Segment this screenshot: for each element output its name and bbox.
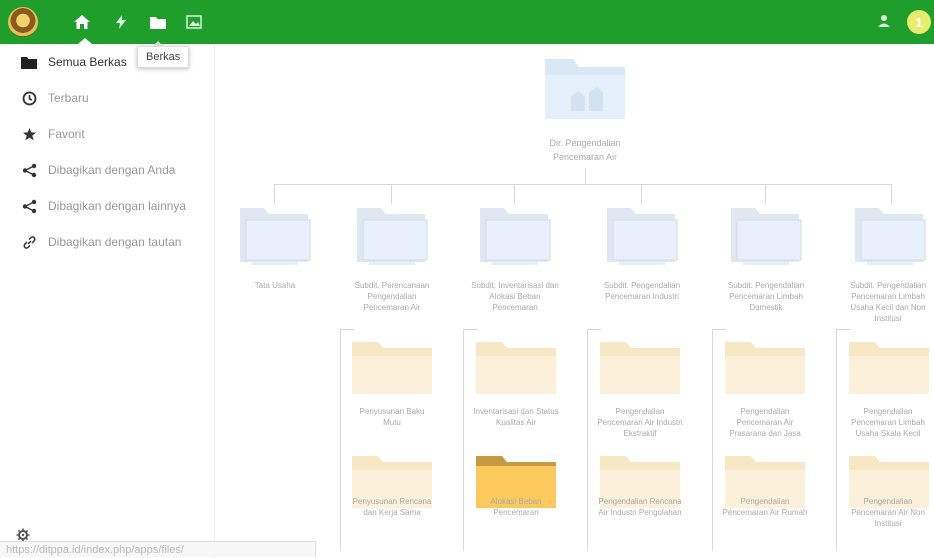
connector-line — [274, 184, 892, 185]
folder-label: Alokasi Beban Pencemaran — [490, 497, 542, 517]
folder-label: Pengendalian Pencemaran Air Non Institus… — [851, 497, 925, 528]
folder-icon — [357, 208, 428, 265]
sidebar-item-label: Dibagikan dengan tautan — [48, 235, 182, 249]
sidebar-item-label: Terbaru — [48, 91, 89, 105]
connector-line — [585, 168, 586, 184]
lightning-icon[interactable] — [109, 10, 133, 34]
connector-line — [587, 329, 588, 551]
connector-line — [765, 184, 766, 204]
folder-icon — [352, 342, 432, 394]
folder-label: Pengendalian Rencana Air Industri Pengol… — [598, 497, 682, 517]
folder-subdit-usaha-kecil[interactable] — [853, 204, 927, 273]
connector-line — [836, 329, 850, 330]
folder-icon — [545, 59, 625, 119]
folder-penyusunan-baku-mutu[interactable] — [350, 336, 434, 403]
folder-label: Pengendalian Pencemaran Limbah Usaha Ska… — [851, 407, 925, 438]
connector-line — [891, 184, 892, 204]
folder-subdit-perencanaan[interactable] — [355, 204, 429, 273]
folder-prasarana-jasa[interactable] — [723, 336, 807, 403]
clock-icon — [20, 89, 38, 107]
connector-line — [836, 329, 837, 551]
sidebar-item-shared-with-others[interactable]: Dibagikan dengan lainnya — [0, 188, 214, 224]
folder-label: Subdit. Inventarisasi dan Alokasi Beban … — [471, 281, 559, 312]
sidebar-item-shared-with-you[interactable]: Dibagikan dengan Anda — [0, 152, 214, 188]
user-avatar[interactable]: 1 — [907, 10, 931, 34]
folder-root-label-line1: Dir. Pengendalian — [549, 138, 621, 148]
folder-subdit-industri[interactable] — [605, 204, 679, 273]
folder-tata-usaha[interactable] — [238, 204, 312, 273]
folder-label: Pengendalian Pencemaran Air Rumah — [722, 497, 808, 517]
folder-industri-ekstraktif[interactable] — [598, 336, 682, 403]
share-icon — [20, 161, 38, 179]
sidebar-item-label: Favorit — [48, 127, 85, 141]
folder-root[interactable] — [541, 53, 629, 128]
connector-line — [587, 329, 601, 330]
folder-usaha-skala-kecil[interactable] — [847, 336, 931, 403]
connector-line — [340, 329, 341, 551]
folder-icon[interactable] — [146, 10, 170, 34]
folder-root-label: Dir. Pengendalian Pencemaran Air — [535, 136, 635, 164]
folder-subdit-inventarisasi[interactable] — [478, 204, 552, 273]
org-chart-area: Dir. Pengendalian Pencemaran Air Tata Us… — [215, 44, 934, 558]
folder-root-label-line2: Pencemaran Air — [552, 152, 618, 162]
folder-label: Pengendalian Pencemaran Air Industri Eks… — [597, 407, 683, 438]
link-icon — [20, 233, 38, 251]
connector-line — [463, 329, 477, 330]
folder-label: Subdit. Pengendalian Pencemaran Industri — [603, 281, 681, 301]
connector-line — [514, 184, 515, 204]
folder-icon — [240, 208, 311, 265]
connector-line — [274, 184, 275, 204]
folder-label: Tata Usaha — [254, 281, 296, 290]
folder-label: Inventarisasi dan Status Kualitas Air — [473, 407, 559, 427]
folder-subdit-domestik[interactable] — [729, 204, 803, 273]
sidebar-item-favorites[interactable]: Favorit — [0, 116, 214, 152]
folder-label: Subdit. Perencanaan Pengendalian Pencema… — [354, 281, 430, 312]
share-icon — [20, 197, 38, 215]
folder-icon — [480, 208, 551, 265]
folder-icon — [607, 208, 678, 265]
star-icon — [20, 125, 38, 143]
connector-line — [712, 329, 713, 551]
folder-label: Pengendalian Pencemaran Air Prasarana da… — [729, 407, 801, 438]
sidebar: Semua Berkas Terbaru Favorit Dibagikan d… — [0, 44, 215, 558]
sidebar-item-label: Dibagikan dengan lainnya — [48, 199, 187, 213]
sidebar-item-label: Semua Berkas — [48, 55, 127, 69]
folder-label: Subdit. Pengendalian Pencemaran Limbah D… — [727, 281, 805, 312]
home-icon[interactable] — [70, 10, 94, 34]
folder-icon — [600, 342, 680, 394]
folder-icon — [731, 208, 802, 265]
nav-tooltip: Berkas — [137, 41, 190, 68]
connector-line — [712, 329, 726, 330]
contacts-icon[interactable] — [876, 12, 894, 35]
folder-label: Subdit. Pengendalian Pencemaran Limbah U… — [849, 281, 927, 323]
folder-icon — [849, 342, 929, 394]
folder-label: Penyusunan Rencana dan Kerja Sama — [352, 497, 432, 517]
organization-logo[interactable] — [8, 7, 38, 37]
connector-line — [391, 184, 392, 204]
folder-icon — [476, 342, 556, 394]
sidebar-item-shared-by-link[interactable]: Dibagikan dengan tautan — [0, 224, 214, 260]
connector-line — [340, 329, 354, 330]
folder-icon — [20, 53, 38, 71]
folder-icon — [855, 208, 926, 265]
top-navigation-bar: 1 — [0, 0, 934, 44]
connector-line — [463, 329, 464, 551]
image-icon[interactable] — [182, 10, 206, 34]
folder-inventarisasi-status[interactable] — [474, 336, 558, 403]
sidebar-item-recent[interactable]: Terbaru — [0, 80, 214, 116]
folder-icon — [725, 342, 805, 394]
folder-label: Penyusunan Baku Mutu — [359, 407, 425, 427]
connector-line — [641, 184, 642, 204]
sidebar-item-label: Dibagikan dengan Anda — [48, 163, 176, 177]
